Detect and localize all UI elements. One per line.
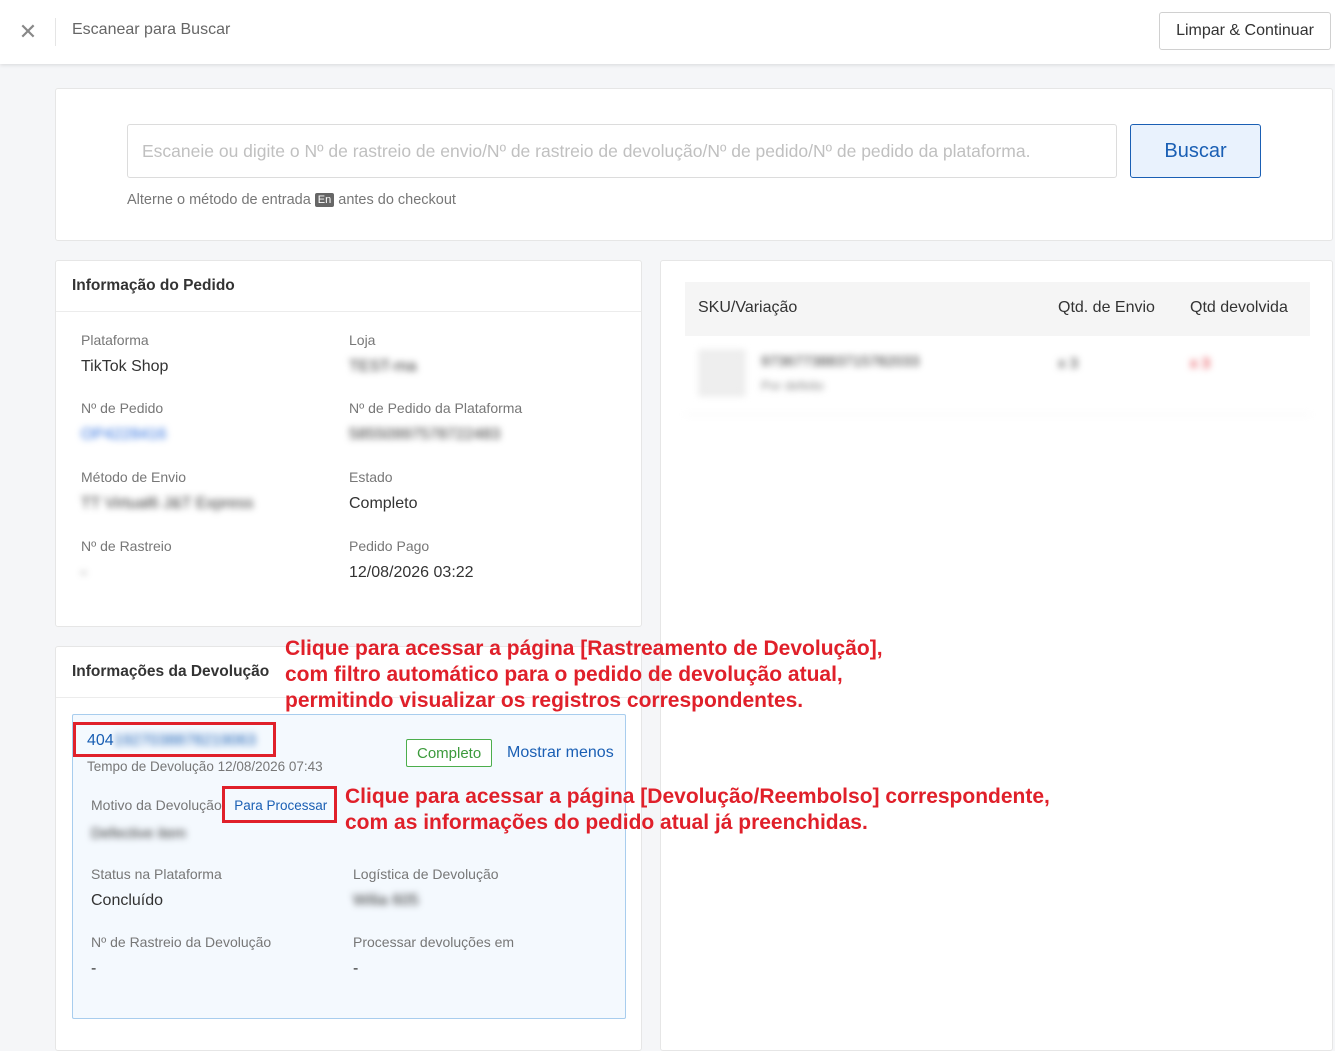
return-time: Tempo de Devolução 12/08/2026 07:43 <box>87 759 323 774</box>
paid-field: Pedido Pago 12/08/2026 03:22 <box>349 538 474 582</box>
show-less-link[interactable]: Mostrar menos <box>507 744 614 762</box>
store-value: TEST-ma <box>349 358 417 375</box>
tracking-value: - <box>81 564 87 581</box>
clear-continue-button[interactable]: Limpar & Continuar <box>1159 12 1331 50</box>
annotation-return-tracking: Clique para acessar a página [Rastreamen… <box>285 636 883 714</box>
order-number-link[interactable]: OP4228416 <box>81 426 166 444</box>
store-label: Loja <box>349 332 376 348</box>
status-value: Completo <box>349 495 418 512</box>
return-logistics-value: Wilia 605 <box>353 892 419 909</box>
return-logistics-label: Logística de Devolução <box>353 866 499 882</box>
paid-label: Pedido Pago <box>349 538 430 554</box>
platform-status-field: Status na Plataforma Concluído <box>91 866 222 910</box>
return-info-title: Informações da Devolução <box>72 663 270 680</box>
platform-order-value: 58550997578722483 <box>349 426 501 443</box>
col-sku: SKU/Variação <box>698 299 798 316</box>
platform-label: Plataforma <box>81 332 149 348</box>
close-icon[interactable]: ✕ <box>14 18 42 46</box>
annotation-line: Clique para acessar a página [Devolução/… <box>345 785 1050 808</box>
order-number-field: Nº de Pedido OP4228416 <box>81 400 166 444</box>
reason-value: Defective item <box>91 825 187 842</box>
return-record: 4041927038878219063 Completo Mostrar men… <box>72 714 626 1019</box>
process-link-highlight <box>222 786 337 823</box>
paid-value: 12/08/2026 03:22 <box>349 564 474 581</box>
input-method-badge: En <box>314 193 335 207</box>
process-at-label: Processar devoluções em <box>353 934 515 950</box>
annotation-line: com as informações do pedido atual já pr… <box>345 811 868 834</box>
shipping-method-label: Método de Envio <box>81 469 187 485</box>
status-badge: Completo <box>406 739 493 767</box>
divider <box>55 18 56 46</box>
order-info-header: Informação do Pedido <box>56 261 641 312</box>
page-title: Escanear para Buscar <box>72 21 231 38</box>
product-thumbnail <box>699 350 745 396</box>
platform-status-value: Concluído <box>91 892 164 909</box>
return-tracking-field: Nº de Rastreio da Devolução - <box>91 934 271 978</box>
row-ship-qty: x 3 <box>1058 355 1079 372</box>
reason-label: Motivo da Devolução <box>91 797 222 813</box>
process-at-field: Processar devoluções em - <box>353 934 514 978</box>
search-card: Buscar Alterne o método de entrada En an… <box>55 88 1333 241</box>
top-bar: ✕ Escanear para Buscar Limpar & Continua… <box>0 0 1335 64</box>
annotation-return-refund: Clique para acessar a página [Devolução/… <box>345 784 1050 836</box>
col-ship-qty: Qtd. de Envio <box>1058 299 1155 316</box>
platform-value: TikTok Shop <box>81 358 169 375</box>
input-method-hint: Alterne o método de entrada En antes do … <box>127 192 456 208</box>
sku-table-header: SKU/Variação Qtd. de Envio Qtd devolvida <box>685 282 1310 336</box>
annotation-line: Clique para acessar a página [Rastreamen… <box>285 637 883 660</box>
status-label: Estado <box>349 469 393 485</box>
platform-status-label: Status na Plataforma <box>91 866 222 882</box>
row-sku: 9736773883715782033 <box>761 353 920 370</box>
order-info-card: Informação do Pedido Plataforma TikTok S… <box>55 260 642 627</box>
shipping-method-field: Método de Envio TT Virtual6 J&T Express <box>81 469 254 513</box>
annotation-line: com filtro automático para o pedido de d… <box>285 663 843 686</box>
search-button[interactable]: Buscar <box>1130 124 1261 178</box>
process-at-value: - <box>353 960 359 977</box>
status-field: Estado Completo <box>349 469 417 513</box>
return-tracking-value: - <box>91 960 97 977</box>
col-returned-qty: Qtd devolvida <box>1190 299 1288 316</box>
platform-field: Plataforma TikTok Shop <box>81 332 168 376</box>
hint-text-after: antes do checkout <box>338 192 456 208</box>
order-info-title: Informação do Pedido <box>72 277 235 294</box>
return-number-highlight <box>73 722 276 757</box>
search-input[interactable] <box>127 124 1117 178</box>
return-logistics-field: Logística de Devolução Wilia 605 <box>353 866 499 910</box>
order-number-label: Nº de Pedido <box>81 400 164 416</box>
table-row: 9736773883715782033 Por defeito x 3 x 3 <box>685 336 1310 415</box>
row-variant: Por defeito <box>761 378 824 393</box>
tracking-label: Nº de Rastreio <box>81 538 172 554</box>
platform-order-field: Nº de Pedido da Plataforma 5855099757872… <box>349 400 522 444</box>
tracking-field: Nº de Rastreio - <box>81 538 172 582</box>
store-field: Loja TEST-ma <box>349 332 417 376</box>
return-tracking-label: Nº de Rastreio da Devolução <box>91 934 272 950</box>
annotation-line: permitindo visualizar os registros corre… <box>285 689 804 712</box>
row-returned-qty: x 3 <box>1190 355 1211 372</box>
platform-order-label: Nº de Pedido da Plataforma <box>349 400 523 416</box>
hint-text-before: Alterne o método de entrada <box>127 192 311 208</box>
shipping-method-value: TT Virtual6 J&T Express <box>81 495 254 512</box>
